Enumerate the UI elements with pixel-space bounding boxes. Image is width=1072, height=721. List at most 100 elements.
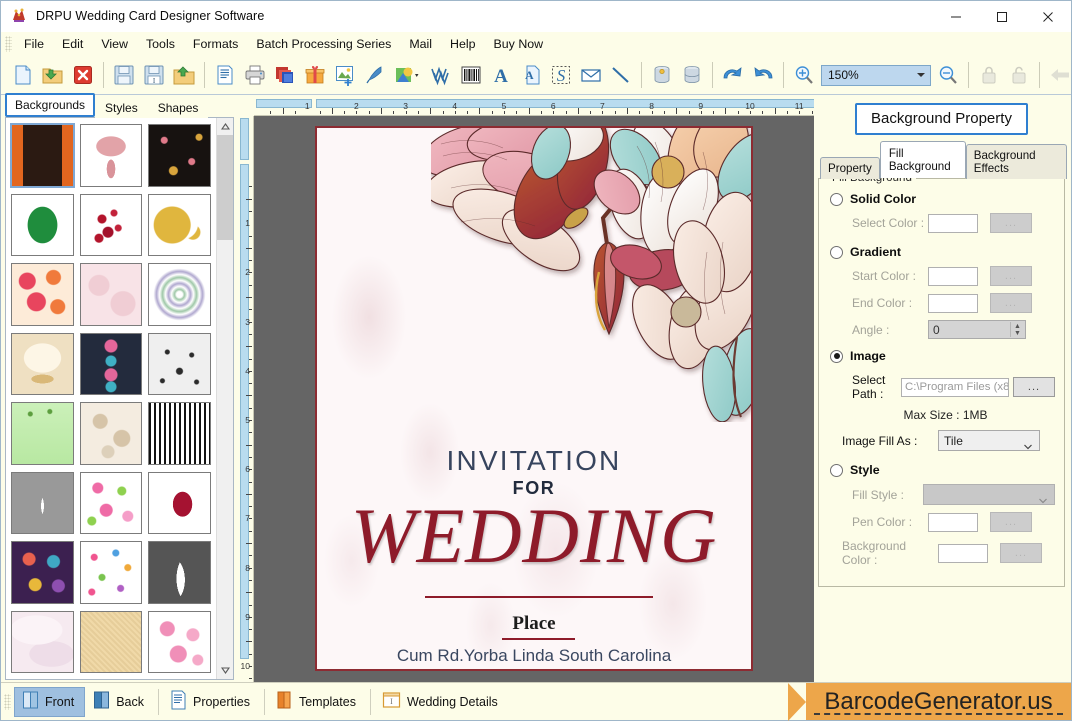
radio-gradient[interactable]: Gradient — [830, 245, 1055, 259]
radio-style[interactable]: Style — [830, 463, 1055, 477]
menu-mail[interactable]: Mail — [400, 34, 441, 54]
lock-icon[interactable] — [975, 60, 1003, 90]
minimize-button[interactable] — [933, 1, 979, 32]
database-gold-icon[interactable] — [648, 60, 676, 90]
unlock-icon[interactable] — [1005, 60, 1033, 90]
horizontal-ruler[interactable]: 1 2 3 4 5 6 7 8 9 10 11 — [254, 95, 814, 116]
end-color-browse-button[interactable]: ... — [990, 293, 1032, 313]
shape-picture-icon[interactable] — [391, 60, 425, 90]
menu-edit[interactable]: Edit — [53, 34, 92, 54]
statusbar-grip-handle[interactable] — [4, 693, 11, 710]
menu-grip-handle[interactable] — [5, 35, 12, 52]
zoom-in-icon[interactable] — [790, 60, 818, 90]
new-document-icon[interactable] — [9, 60, 37, 90]
angle-spinner-buttons[interactable]: ▲ ▼ — [1010, 322, 1024, 337]
statusbar-item-templates[interactable]: Templates — [268, 687, 367, 717]
thumb-white-doves-outline[interactable] — [11, 471, 74, 535]
save-as-icon[interactable]: I — [140, 60, 168, 90]
menu-view[interactable]: View — [92, 34, 137, 54]
pen-signature-icon[interactable] — [361, 60, 389, 90]
statusbar-item-back[interactable]: Back — [85, 687, 155, 717]
thumb-confetti-floral[interactable] — [79, 541, 143, 604]
close-document-icon[interactable] — [69, 60, 97, 90]
thumb-bride-groom-sketch[interactable] — [148, 541, 211, 604]
line-icon[interactable] — [607, 60, 635, 90]
menu-buy-now[interactable]: Buy Now — [485, 34, 553, 54]
text-icon[interactable]: A — [487, 60, 515, 90]
tab-backgrounds[interactable]: Backgrounds — [5, 93, 96, 117]
card-address-text[interactable]: Cum Rd.Yorba Linda South Carolina — [317, 646, 751, 666]
statusbar-item-front[interactable]: Front — [14, 686, 86, 717]
thumb-paisley-multicolor[interactable] — [11, 541, 74, 604]
add-image-icon[interactable] — [331, 60, 359, 90]
save-icon[interactable] — [110, 60, 138, 90]
statusbar-item-properties[interactable]: Properties — [162, 687, 261, 717]
scroll-down-icon[interactable] — [217, 662, 233, 679]
thumb-beige-floral-soft[interactable] — [79, 402, 143, 465]
gift-icon[interactable] — [301, 60, 329, 90]
tab-fill-background[interactable]: Fill Background — [879, 141, 966, 178]
radio-image[interactable]: Image — [830, 349, 1055, 363]
thumb-pale-pink-texture[interactable] — [79, 263, 143, 326]
thumb-cream-rose-frame[interactable] — [11, 332, 74, 396]
backgrounds-scrollbar[interactable] — [216, 118, 233, 679]
thumb-green-leaf-ganesh[interactable] — [11, 193, 74, 257]
thumb-pink-marble-texture[interactable] — [11, 610, 74, 674]
redo-icon[interactable] — [749, 60, 777, 90]
menu-help[interactable]: Help — [441, 34, 484, 54]
end-color-swatch[interactable] — [928, 293, 978, 313]
thumb-pink-elephant[interactable] — [79, 124, 143, 187]
thumb-tan-linen-texture[interactable] — [79, 610, 143, 674]
close-button[interactable] — [1025, 1, 1071, 32]
select-path-browse-button[interactable]: ... — [1013, 377, 1055, 397]
chevron-down-icon[interactable] — [1039, 492, 1047, 503]
print-icon[interactable] — [241, 60, 269, 90]
thumb-red-rose-petals[interactable] — [79, 193, 143, 257]
zoom-out-icon[interactable] — [934, 60, 962, 90]
thumb-black-white-stripes[interactable] — [148, 402, 211, 465]
export-folder-icon[interactable] — [170, 60, 198, 90]
card-place-label[interactable]: Place — [317, 613, 751, 635]
card-wedding-text[interactable]: WEDDING — [317, 493, 751, 579]
tab-shapes[interactable]: Shapes — [147, 97, 209, 118]
scrollbar-thumb[interactable] — [217, 135, 233, 240]
spinner-down-icon[interactable]: ▼ — [1014, 330, 1021, 337]
statusbar-item-wedding-details[interactable]: I Wedding Details — [374, 687, 509, 717]
angle-spinner[interactable]: 0 ▲ ▼ — [928, 320, 1026, 339]
tab-styles[interactable]: Styles — [95, 97, 148, 118]
select-color-browse-button[interactable]: ... — [990, 213, 1032, 233]
chevron-down-icon[interactable] — [917, 73, 925, 77]
menu-tools[interactable]: Tools — [137, 34, 184, 54]
envelope-icon[interactable] — [577, 60, 605, 90]
radio-button-solid-color[interactable] — [830, 192, 843, 206]
thumb-grey-damask[interactable] — [148, 332, 211, 396]
spinner-up-icon[interactable]: ▲ — [1014, 323, 1021, 330]
background-color-browse-button[interactable]: ... — [1000, 543, 1042, 563]
barcode-icon[interactable] — [457, 60, 485, 90]
background-color-swatch[interactable] — [938, 543, 988, 563]
scrollbar-track[interactable] — [217, 135, 233, 662]
select-color-swatch[interactable] — [928, 213, 978, 233]
undo-icon[interactable] — [719, 60, 747, 90]
start-color-browse-button[interactable]: ... — [990, 266, 1032, 286]
select-path-input[interactable]: C:\Program Files (x86 — [901, 377, 1009, 397]
menu-batch-processing-series[interactable]: Batch Processing Series — [247, 34, 400, 54]
card-invitation-text[interactable]: INVITATION — [317, 445, 751, 477]
image-fill-as-combobox[interactable]: Tile — [938, 430, 1040, 451]
thumb-mandala-circle[interactable] — [148, 263, 211, 326]
start-color-swatch[interactable] — [928, 266, 978, 286]
watermark-icon[interactable] — [427, 60, 455, 90]
radio-button-gradient[interactable] — [830, 245, 843, 259]
align-left-icon[interactable] — [1046, 60, 1072, 90]
fill-style-combobox[interactable] — [923, 484, 1055, 505]
vertical-ruler[interactable]: 1 2 3 4 5 6 7 8 9 10 — [236, 116, 254, 682]
scroll-up-icon[interactable] — [217, 118, 233, 135]
thumb-black-gold-floral[interactable] — [148, 124, 211, 187]
menu-formats[interactable]: Formats — [184, 34, 247, 54]
open-folder-icon[interactable] — [39, 60, 67, 90]
thumb-green-gradient-vine[interactable] — [11, 402, 74, 465]
tab-property[interactable]: Property — [820, 157, 880, 179]
signature-s-icon[interactable]: S — [547, 60, 575, 90]
chevron-down-icon[interactable] — [1024, 438, 1032, 449]
radio-button-style[interactable] — [830, 463, 843, 477]
